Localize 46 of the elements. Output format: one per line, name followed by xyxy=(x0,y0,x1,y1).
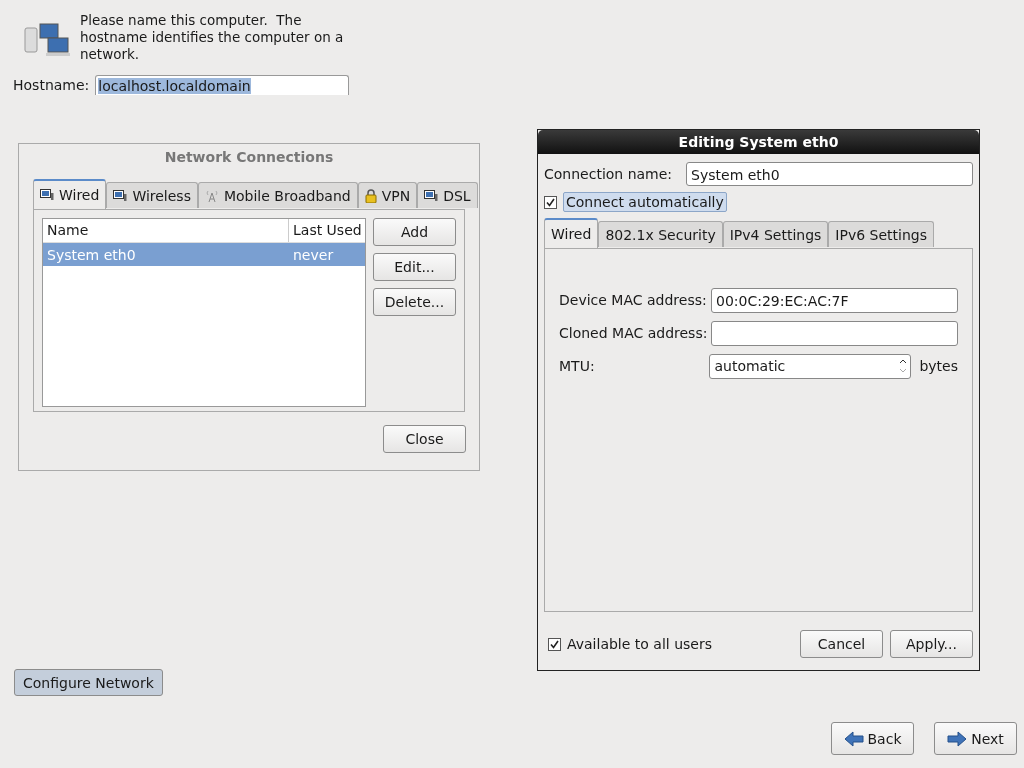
spin-field[interactable]: automatic xyxy=(709,353,912,379)
checkbox-label[interactable]: Available to all users xyxy=(567,636,712,652)
connection-name-field[interactable]: System eth0 xyxy=(686,162,973,186)
tab[interactable]: Wired xyxy=(33,179,107,209)
left-arrow-icon xyxy=(843,730,864,747)
tab[interactable]: 802.1x Security xyxy=(598,221,723,247)
checkbox-label[interactable]: Connect automatically xyxy=(563,192,727,212)
close-button[interactable]: Close xyxy=(383,425,466,453)
action-button[interactable]: Add xyxy=(373,218,456,246)
hostname-field[interactable]: localhost.localdomain xyxy=(95,75,350,95)
unit-label: bytes xyxy=(919,358,958,374)
tab[interactable]: Wired xyxy=(544,218,599,248)
monitor-icon xyxy=(40,189,54,201)
tab[interactable]: IPv4 Settings xyxy=(722,221,829,247)
column-header[interactable]: Last Used xyxy=(288,219,365,242)
tab[interactable]: VPN xyxy=(357,182,418,208)
apply-button[interactable]: Apply... xyxy=(890,630,973,658)
input-field[interactable] xyxy=(711,320,958,346)
monitor-icon xyxy=(113,189,128,202)
monitor-icon xyxy=(424,189,439,202)
tab[interactable]: Wireless xyxy=(106,182,198,208)
action-button[interactable]: Edit... xyxy=(373,253,456,281)
window-title: Editing System eth0 xyxy=(538,130,979,154)
connection-name-label: Connection name: xyxy=(544,166,673,182)
cancel-button[interactable]: Cancel xyxy=(800,630,883,658)
field-label: Cloned MAC address: xyxy=(559,325,709,341)
input-field[interactable]: 00:0C:29:EC:AC:7F xyxy=(711,287,958,313)
intro-text: Please name this computer. The hostname identifies the computer on a network. xyxy=(80,12,345,63)
checkbox[interactable] xyxy=(548,637,561,651)
next-button[interactable]: Next xyxy=(934,722,1017,755)
back-button[interactable]: Back xyxy=(831,722,914,755)
tab[interactable]: DSL xyxy=(417,182,478,208)
right-arrow-icon xyxy=(947,730,968,747)
computers-icon xyxy=(22,22,70,58)
antenna-icon xyxy=(204,188,219,203)
field-label: MTU: xyxy=(559,358,596,374)
tab[interactable]: IPv6 Settings xyxy=(828,221,934,247)
hostname-label: Hostname: xyxy=(13,77,90,93)
lock-icon xyxy=(364,188,377,203)
configure-network-button[interactable]: Configure Network xyxy=(14,669,163,696)
action-button[interactable]: Delete... xyxy=(373,288,456,316)
checkbox[interactable] xyxy=(544,195,557,209)
field-label: Device MAC address: xyxy=(559,292,708,308)
panel-title: Network Connections xyxy=(163,149,335,165)
tab[interactable]: Mobile Broadband xyxy=(197,182,358,208)
column-header[interactable]: Name xyxy=(43,219,288,242)
